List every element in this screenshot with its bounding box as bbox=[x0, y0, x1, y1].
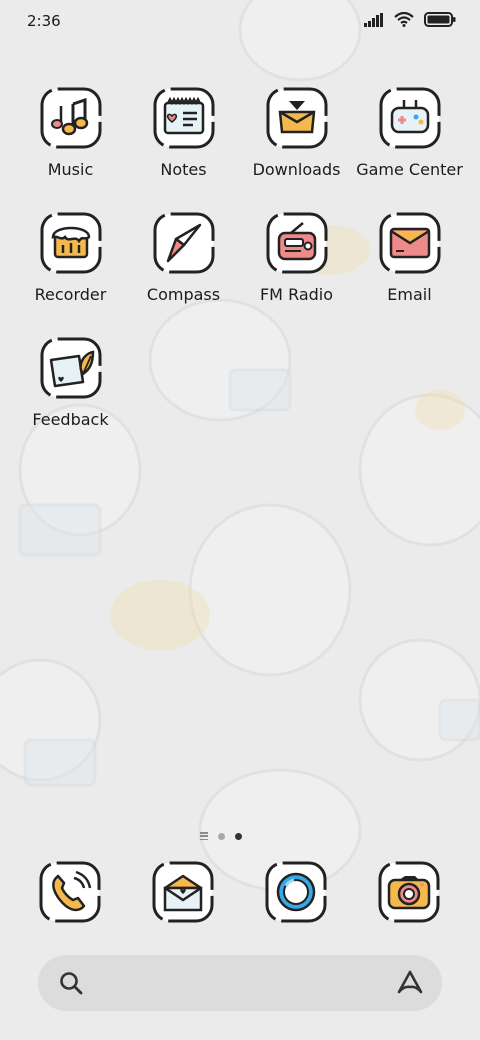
search-icon[interactable] bbox=[58, 970, 84, 1000]
app-label: Feedback bbox=[32, 410, 109, 429]
page-indicator-lines-icon bbox=[200, 832, 208, 840]
page-dot-active bbox=[235, 832, 242, 840]
battery-icon bbox=[424, 12, 456, 31]
downloads-icon bbox=[265, 86, 329, 150]
app-label: Notes bbox=[160, 160, 207, 179]
dock bbox=[0, 860, 480, 928]
app-feedback[interactable]: Feedback bbox=[14, 336, 127, 429]
page-dot bbox=[218, 832, 225, 840]
status-icons bbox=[364, 11, 456, 31]
status-bar: 2:36 bbox=[0, 0, 480, 44]
browser-icon[interactable] bbox=[264, 860, 328, 924]
gamepad-icon bbox=[378, 86, 442, 150]
wifi-icon bbox=[394, 11, 414, 31]
app-label: Downloads bbox=[252, 160, 341, 179]
recorder-icon bbox=[39, 211, 103, 275]
assistant-icon[interactable] bbox=[396, 970, 424, 1000]
notes-icon bbox=[152, 86, 216, 150]
music-icon bbox=[39, 86, 103, 150]
app-recorder[interactable]: Recorder bbox=[14, 211, 127, 304]
search-bar[interactable] bbox=[38, 955, 442, 1011]
app-label: Email bbox=[387, 285, 432, 304]
signal-icon bbox=[364, 12, 384, 31]
app-label: Game Center bbox=[356, 160, 463, 179]
app-notes[interactable]: Notes bbox=[127, 86, 240, 179]
page-indicator[interactable] bbox=[200, 830, 280, 842]
app-compass[interactable]: Compass bbox=[127, 211, 240, 304]
feedback-icon bbox=[39, 336, 103, 400]
status-time: 2:36 bbox=[27, 12, 61, 30]
app-label: Music bbox=[47, 160, 94, 179]
app-label: FM Radio bbox=[259, 285, 334, 304]
app-downloads[interactable]: Downloads bbox=[240, 86, 353, 179]
phone-icon[interactable] bbox=[38, 860, 102, 924]
app-email[interactable]: Email bbox=[353, 211, 466, 304]
messages-icon[interactable] bbox=[151, 860, 215, 924]
app-label: Recorder bbox=[34, 285, 107, 304]
email-icon bbox=[378, 211, 442, 275]
app-music[interactable]: Music bbox=[14, 86, 127, 179]
app-game-center[interactable]: Game Center bbox=[353, 86, 466, 179]
compass-icon bbox=[152, 211, 216, 275]
app-label: Compass bbox=[146, 285, 221, 304]
app-fm-radio[interactable]: FM Radio bbox=[240, 211, 353, 304]
radio-icon bbox=[265, 211, 329, 275]
camera-icon[interactable] bbox=[377, 860, 441, 924]
